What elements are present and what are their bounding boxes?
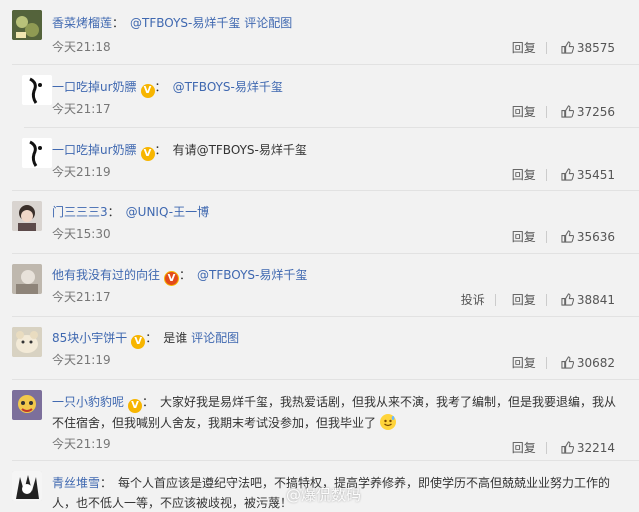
vip-badge-icon: V: [164, 271, 180, 286]
like-button[interactable]: 35636: [561, 229, 615, 245]
divider: [545, 442, 547, 454]
comment-item: 85块小宇饼干 V：是谁 评论配图 今天21:19 回复 30682: [0, 317, 639, 379]
reply-button[interactable]: 回复: [512, 230, 536, 244]
comment-text-line1: 每个人首应该是遵纪守法吧，不搞特权，提高学养修养，即使学历不高但兢兢业业努力工作…: [118, 476, 611, 490]
commenter-name[interactable]: 门三三三3: [52, 205, 108, 219]
commenter-name[interactable]: 他有我没有过的向往: [52, 268, 160, 282]
comment-time: 今天21:18: [52, 40, 111, 54]
avatar[interactable]: [12, 327, 42, 357]
comment-image-link[interactable]: 评论配图: [244, 16, 292, 30]
commenter-name[interactable]: 青丝堆雪: [52, 476, 100, 490]
report-button[interactable]: 投诉: [461, 293, 485, 307]
mention-link[interactable]: @TFBOYS-易烊千玺: [197, 268, 307, 282]
commenter-name[interactable]: 85块小宇饼干: [52, 331, 127, 345]
commenter-name[interactable]: 一只小豹豹呢: [52, 395, 124, 409]
mention-link[interactable]: @TFBOYS-易烊千玺: [173, 80, 283, 94]
like-count: 30682: [576, 356, 615, 370]
divider: [545, 294, 547, 306]
like-button[interactable]: 32214: [561, 440, 615, 456]
comment-time: 今天21:17: [52, 290, 111, 304]
like-count: 38575: [576, 41, 615, 55]
comment-item: 一只小豹豹呢 V：大家好我是易烊千玺，我热爱话剧，但我从来不演，我考了编制，但是我…: [0, 380, 639, 460]
divider: [494, 294, 496, 306]
comment-time: 今天21:19: [52, 165, 111, 179]
comment-text-line2: 人，也不低人一等，不应该被歧视，被污蔑！: [52, 496, 293, 510]
reply-button[interactable]: 回复: [512, 168, 536, 182]
mention-link[interactable]: @UNIQ-王一博: [126, 205, 209, 219]
comment-time: 今天15:30: [52, 227, 111, 241]
comment-item: 一口吃掉ur奶膘 V： @TFBOYS-易烊千玺 今天21:17 回复 37256: [12, 65, 639, 127]
like-count: 38841: [576, 293, 615, 307]
comment-image-link[interactable]: 评论配图: [191, 331, 239, 345]
avatar[interactable]: [12, 201, 42, 231]
comment-text-line1: 大家好我是易烊千玺，我热爱话剧，但我从来不演，我考了编制，但是我要退编，我从: [160, 395, 617, 409]
avatar[interactable]: [12, 390, 42, 420]
like-button[interactable]: 38575: [561, 40, 615, 56]
comment-text: 是谁: [163, 331, 188, 345]
comment-item: 一口吃掉ur奶膘 V：有请@TFBOYS-易烊千玺 今天21:19 回复 35451: [12, 128, 639, 190]
commenter-name[interactable]: 香菜烤榴莲: [52, 16, 112, 30]
like-button[interactable]: 30682: [561, 355, 615, 371]
thumbs-up-icon: [561, 168, 574, 181]
commenter-name[interactable]: 一口吃掉ur奶膘: [52, 80, 137, 94]
thumbs-up-icon: [561, 441, 574, 454]
reply-button[interactable]: 回复: [512, 441, 536, 455]
comment-time: 今天21:17: [52, 102, 111, 116]
reply-button[interactable]: 回复: [512, 105, 536, 119]
comment-text-line2: 不住宿舍，但我喊别人舍友，我期末考试没参加，但我毕业了: [52, 416, 377, 430]
avatar[interactable]: [12, 10, 42, 40]
vip-badge-icon: V: [140, 147, 155, 161]
like-count: 35451: [576, 168, 615, 182]
thumbs-up-icon: [561, 356, 574, 369]
thumbs-up-icon: [561, 105, 574, 118]
avatar[interactable]: [22, 138, 52, 168]
avatar[interactable]: [12, 471, 42, 501]
avatar[interactable]: [12, 264, 42, 294]
divider: [545, 357, 547, 369]
mention-link[interactable]: @TFBOYS-易烊千玺: [130, 16, 240, 30]
like-count: 37256: [576, 105, 615, 119]
thumbs-up-icon: [561, 230, 574, 243]
thumbs-up-icon: [561, 41, 574, 54]
reply-button[interactable]: 回复: [512, 356, 536, 370]
comment-time: 今天21:19: [52, 437, 111, 451]
comment-item: 香菜烤榴莲： @TFBOYS-易烊千玺 评论配图 今天21:18 回复 38575: [0, 0, 639, 66]
divider: [545, 231, 547, 243]
watermark: @爆侃数码: [286, 486, 362, 504]
like-button[interactable]: 37256: [561, 104, 615, 120]
reply-button[interactable]: 回复: [512, 41, 536, 55]
reply-button[interactable]: 回复: [512, 293, 536, 307]
like-count: 32214: [576, 441, 615, 455]
sweat-smile-emoji-icon: [379, 414, 396, 430]
divider: [545, 106, 547, 118]
comment-item: 他有我没有过的向往 V： @TFBOYS-易烊千玺 今天21:17 投诉 回复 3884…: [0, 254, 639, 316]
divider: [545, 169, 547, 181]
commenter-name[interactable]: 一口吃掉ur奶膘: [52, 143, 137, 157]
comment-text: 有请@TFBOYS-易烊千玺: [172, 143, 307, 157]
like-button[interactable]: 38841: [561, 292, 615, 308]
divider: [545, 42, 547, 54]
like-button[interactable]: 35451: [561, 167, 615, 183]
like-count: 35636: [576, 230, 615, 244]
thumbs-up-icon: [561, 293, 574, 306]
avatar[interactable]: [22, 75, 52, 105]
comment-item: 门三三三3： @UNIQ-王一博 今天15:30 回复 35636: [0, 191, 639, 253]
vip-badge-icon: V: [140, 84, 155, 98]
vip-badge-icon: V: [131, 335, 146, 349]
vip-badge-icon: V: [128, 399, 143, 413]
comment-time: 今天21:19: [52, 353, 111, 367]
